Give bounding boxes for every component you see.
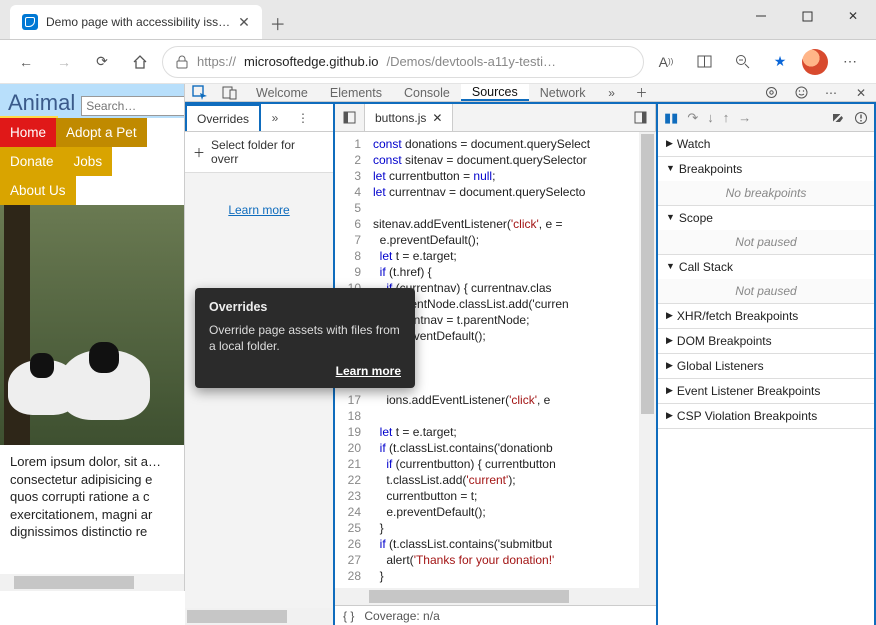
navigator-more-button[interactable]: » bbox=[261, 104, 289, 131]
reading-view-button[interactable] bbox=[688, 46, 720, 78]
site-info-icon[interactable] bbox=[175, 55, 189, 69]
braces-icon[interactable]: { } bbox=[343, 609, 354, 623]
editor-tab-buttons-js[interactable]: buttons.js ✕ bbox=[365, 104, 453, 131]
settings-button[interactable] bbox=[756, 84, 786, 101]
close-icon[interactable]: ✕ bbox=[432, 111, 442, 125]
add-tab-button[interactable]: ＋ bbox=[627, 84, 657, 101]
pause-on-exceptions-button[interactable] bbox=[854, 111, 868, 125]
section-xhr[interactable]: ▶XHR/fetch Breakpoints bbox=[658, 304, 874, 328]
browser-tab[interactable]: Demo page with accessibility iss… ✕ bbox=[10, 5, 262, 39]
read-aloud-button[interactable]: A)) bbox=[650, 46, 682, 78]
tab-welcome[interactable]: Welcome bbox=[245, 84, 319, 101]
tooltip-body: Override page assets with files from a l… bbox=[209, 322, 401, 354]
window-titlebar: Demo page with accessibility iss… ✕ ＋ ✕ bbox=[0, 0, 876, 40]
select-folder-button[interactable]: ＋ Select folder for overr bbox=[185, 132, 333, 173]
url-path: /Demos/devtools-a11y-testi… bbox=[386, 54, 556, 69]
navigator-tab-overrides[interactable]: Overrides bbox=[185, 104, 261, 131]
breakpoints-empty: No breakpoints bbox=[658, 181, 874, 205]
devtools-tabstrip: Welcome Elements Console Sources Network… bbox=[185, 84, 876, 102]
window-minimize-button[interactable] bbox=[738, 0, 784, 32]
step-out-button[interactable]: ↑ bbox=[723, 110, 730, 125]
coverage-label: Coverage: n/a bbox=[364, 609, 439, 623]
profile-avatar[interactable] bbox=[802, 49, 828, 75]
section-event[interactable]: ▶Event Listener Breakpoints bbox=[658, 379, 874, 403]
section-global[interactable]: ▶Global Listeners bbox=[658, 354, 874, 378]
section-scope[interactable]: ▼Scope bbox=[658, 206, 874, 230]
section-dom[interactable]: ▶DOM Breakpoints bbox=[658, 329, 874, 353]
inspect-element-button[interactable] bbox=[185, 84, 215, 101]
devtools-close-button[interactable]: ✕ bbox=[846, 84, 876, 101]
callstack-empty: Not paused bbox=[658, 279, 874, 303]
debugger-pane: ▮▮ ↷ ↓ ↑ → ▶Watch ▼Breakpoints No breakp… bbox=[658, 104, 876, 625]
nav-about[interactable]: About Us bbox=[0, 176, 76, 205]
device-emulation-button[interactable] bbox=[215, 84, 245, 101]
hero-image bbox=[0, 205, 184, 445]
select-folder-label: Select folder for overr bbox=[211, 138, 325, 166]
editor-nav-toggle[interactable] bbox=[335, 104, 365, 131]
nav-jobs[interactable]: Jobs bbox=[64, 147, 113, 176]
url-prefix: https:// bbox=[197, 54, 236, 69]
tooltip-learn-more-link[interactable]: Learn more bbox=[209, 364, 401, 378]
step-into-button[interactable]: ↓ bbox=[707, 110, 714, 125]
page-body-text: Lorem ipsum dolor, sit a… consectetur ad… bbox=[0, 445, 184, 549]
pause-button[interactable]: ▮▮ bbox=[664, 110, 678, 126]
back-button[interactable]: ← bbox=[10, 46, 42, 78]
refresh-button[interactable]: ⟳ bbox=[86, 46, 118, 78]
home-button[interactable] bbox=[124, 46, 156, 78]
nav-home[interactable]: Home bbox=[0, 118, 56, 147]
navigator-menu-button[interactable]: ⋮ bbox=[289, 104, 317, 131]
section-watch[interactable]: ▶Watch bbox=[658, 132, 874, 156]
new-tab-button[interactable]: ＋ bbox=[262, 7, 294, 39]
tab-network[interactable]: Network bbox=[529, 84, 597, 101]
url-input[interactable]: https:// microsoftedge.github.io/Demos/de… bbox=[162, 46, 644, 78]
section-csp[interactable]: ▶CSP Violation Breakpoints bbox=[658, 404, 874, 428]
step-over-button[interactable]: ↷ bbox=[687, 110, 698, 126]
more-tabs-button[interactable]: » bbox=[597, 84, 627, 101]
window-close-button[interactable]: ✕ bbox=[830, 0, 876, 32]
tab-sources[interactable]: Sources bbox=[461, 84, 529, 101]
debugger-toolbar: ▮▮ ↷ ↓ ↑ → bbox=[658, 104, 874, 132]
overrides-tooltip: Overrides Override page assets with file… bbox=[195, 288, 415, 388]
step-button[interactable]: → bbox=[738, 110, 751, 125]
site-search-input[interactable] bbox=[81, 96, 184, 116]
deactivate-breakpoints-button[interactable] bbox=[831, 111, 845, 125]
editor-tab-label: buttons.js bbox=[375, 111, 426, 125]
page-viewport: Animal Home Adopt a Pet Donate Jobs Abou… bbox=[0, 84, 184, 591]
nav-adopt[interactable]: Adopt a Pet bbox=[56, 118, 147, 147]
tab-elements[interactable]: Elements bbox=[319, 84, 393, 101]
section-breakpoints[interactable]: ▼Breakpoints bbox=[658, 157, 874, 181]
tab-title: Demo page with accessibility iss… bbox=[46, 15, 230, 29]
devtools-menu-button[interactable]: ⋯ bbox=[816, 84, 846, 101]
url-host: microsoftedge.github.io bbox=[244, 54, 378, 69]
site-logo: Animal bbox=[8, 90, 75, 116]
window-maximize-button[interactable] bbox=[784, 0, 830, 32]
plus-icon: ＋ bbox=[193, 144, 205, 161]
tooltip-title: Overrides bbox=[209, 300, 401, 314]
navigator-learn-more-link[interactable]: Learn more bbox=[228, 203, 289, 217]
forward-button[interactable]: → bbox=[48, 46, 80, 78]
zoom-button[interactable] bbox=[726, 46, 758, 78]
address-bar: ← → ⟳ https:// microsoftedge.github.io/De… bbox=[0, 40, 876, 84]
navigator-h-scrollbar[interactable] bbox=[185, 608, 333, 625]
nav-donate[interactable]: Donate bbox=[0, 147, 64, 176]
feedback-button[interactable] bbox=[786, 84, 816, 101]
tab-console[interactable]: Console bbox=[393, 84, 461, 101]
favorite-button[interactable]: ★ bbox=[764, 46, 796, 78]
page-h-scrollbar[interactable] bbox=[0, 574, 184, 591]
more-button[interactable]: ⋯ bbox=[834, 46, 866, 78]
section-callstack[interactable]: ▼Call Stack bbox=[658, 255, 874, 279]
editor-v-scrollbar[interactable] bbox=[639, 132, 656, 591]
close-tab-icon[interactable]: ✕ bbox=[238, 14, 250, 31]
site-nav: Home Adopt a Pet Donate Jobs About Us bbox=[0, 118, 184, 205]
scope-empty: Not paused bbox=[658, 230, 874, 254]
page-favicon-icon bbox=[22, 14, 38, 30]
editor-statusbar: { } Coverage: n/a bbox=[335, 605, 656, 625]
editor-detach-button[interactable] bbox=[626, 104, 656, 131]
